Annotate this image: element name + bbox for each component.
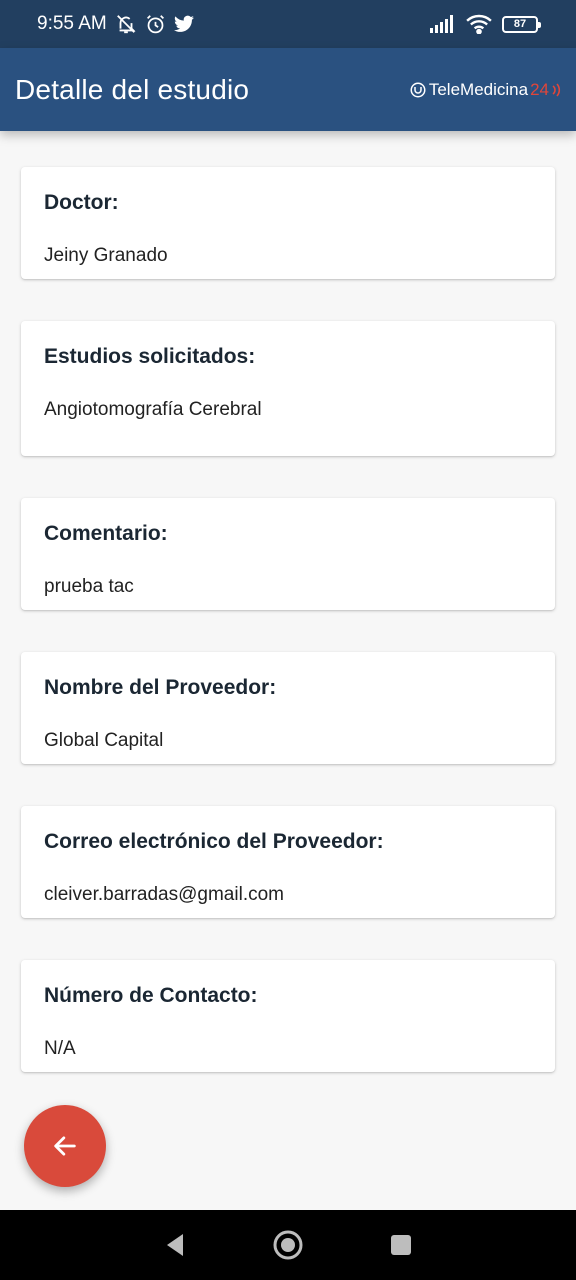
stethoscope-icon bbox=[409, 81, 427, 99]
logo-text: TeleMedicina bbox=[428, 79, 529, 99]
card-value: N/A bbox=[44, 1038, 76, 1059]
card-value: prueba tac bbox=[44, 576, 134, 597]
arrow-left-icon bbox=[51, 1132, 79, 1160]
card-value: Global Capital bbox=[44, 730, 164, 751]
card-proveedor: Nombre del Proveedor: Global Capital bbox=[21, 652, 555, 764]
back-fab-button[interactable] bbox=[24, 1105, 106, 1187]
card-doctor: Doctor: Jeiny Granado bbox=[21, 167, 555, 279]
wifi-icon bbox=[466, 14, 492, 34]
card-value: Angiotomografía Cerebral bbox=[44, 399, 262, 420]
system-nav-bar bbox=[0, 1210, 576, 1280]
status-bar: 9:55 AM 87 bbox=[0, 0, 576, 48]
back-nav-button[interactable] bbox=[163, 1232, 187, 1258]
broadcast-icon bbox=[551, 82, 563, 98]
status-time: 9:55 AM bbox=[37, 13, 107, 34]
card-label: Doctor: bbox=[44, 191, 119, 214]
telemedicina-logo: TeleMedicina 24 bbox=[409, 80, 563, 100]
card-estudios: Estudios solicitados: Angiotomografía Ce… bbox=[21, 321, 555, 456]
logo-number: 24 bbox=[530, 79, 549, 99]
card-value: Jeiny Granado bbox=[44, 245, 168, 266]
card-value: cleiver.barradas@gmail.com bbox=[44, 884, 284, 905]
battery-icon: 87 bbox=[502, 15, 541, 33]
card-correo: Correo electrónico del Proveedor: cleive… bbox=[21, 806, 555, 918]
mute-icon bbox=[115, 13, 137, 35]
home-nav-button[interactable] bbox=[272, 1229, 304, 1261]
status-right: 87 bbox=[430, 14, 541, 34]
signal-icon bbox=[430, 15, 456, 33]
card-label: Nombre del Proveedor: bbox=[44, 676, 277, 699]
card-label: Correo electrónico del Proveedor: bbox=[44, 830, 384, 853]
card-label: Comentario: bbox=[44, 522, 168, 545]
card-comentario: Comentario: prueba tac bbox=[21, 498, 555, 610]
card-label: Número de Contacto: bbox=[44, 984, 258, 1007]
recents-nav-button[interactable] bbox=[389, 1233, 413, 1257]
alarm-icon bbox=[145, 14, 166, 35]
page-title: Detalle del estudio bbox=[15, 73, 250, 105]
card-contacto: Número de Contacto: N/A bbox=[21, 960, 555, 1072]
app-bar: Detalle del estudio TeleMedicina 24 bbox=[0, 48, 576, 131]
status-left: 9:55 AM bbox=[37, 13, 194, 35]
twitter-icon bbox=[173, 15, 194, 33]
card-label: Estudios solicitados: bbox=[44, 345, 256, 368]
